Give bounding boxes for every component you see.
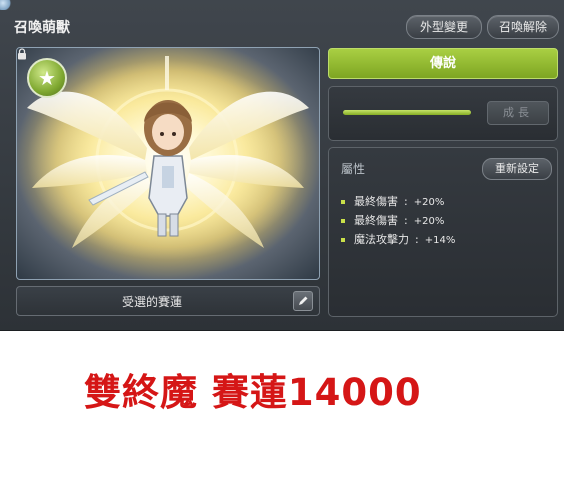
attribute-item: 魔法攻擊力: +14% xyxy=(341,230,455,249)
bullet-icon xyxy=(341,219,345,223)
attribute-value: +20% xyxy=(413,197,445,208)
attribute-separator: : xyxy=(404,195,408,208)
attribute-name: 最終傷害 xyxy=(354,214,398,227)
window-title: 召喚萌獸 xyxy=(14,20,70,36)
attribute-value: +14% xyxy=(424,235,456,246)
appearance-change-button[interactable]: 外型變更 xyxy=(406,15,482,39)
attributes-section: 屬性 重新設定 最終傷害: +20% 最終傷害: +20% 魔法攻擊力: +14% xyxy=(328,147,558,317)
attribute-separator: : xyxy=(404,214,408,227)
pencil-icon xyxy=(299,296,308,305)
pet-name: 受選的賽蓮 xyxy=(121,295,182,309)
pet-name-bar: 受選的賽蓮 xyxy=(16,286,320,316)
attribute-value: +20% xyxy=(413,216,445,227)
growth-progress-fill xyxy=(343,110,471,115)
attribute-separator: : xyxy=(415,233,419,246)
summon-release-button[interactable]: 召喚解除 xyxy=(487,15,559,39)
bullet-icon xyxy=(341,238,345,242)
corner-ornament-icon xyxy=(0,0,12,10)
lock-icon[interactable] xyxy=(17,48,27,60)
growth-progress-track xyxy=(343,110,471,115)
attribute-item: 最終傷害: +20% xyxy=(341,192,455,211)
pet-portrait: ★ xyxy=(16,47,320,280)
rename-button[interactable] xyxy=(293,291,313,311)
bullet-icon xyxy=(341,200,345,204)
pet-window: 召喚萌獸 外型變更 召喚解除 ★ 受選的賽蓮 傳說 成長 屬性 重新設定 最終傷… xyxy=(0,0,564,331)
reset-attributes-button[interactable]: 重新設定 xyxy=(482,158,552,180)
growth-button[interactable]: 成長 xyxy=(487,101,549,125)
attribute-name: 最終傷害 xyxy=(354,195,398,208)
rarity-legend-button[interactable]: 傳說 xyxy=(328,48,558,79)
attributes-list: 最終傷害: +20% 最終傷害: +20% 魔法攻擊力: +14% xyxy=(341,192,455,249)
star-icon: ★ xyxy=(27,58,67,98)
caption-text: 雙終魔 賽蓮14000 xyxy=(84,371,422,414)
attributes-header: 屬性 xyxy=(341,162,366,176)
growth-section: 成長 xyxy=(328,86,558,141)
attribute-item: 最終傷害: +20% xyxy=(341,211,455,230)
attribute-name: 魔法攻擊力 xyxy=(354,233,409,246)
